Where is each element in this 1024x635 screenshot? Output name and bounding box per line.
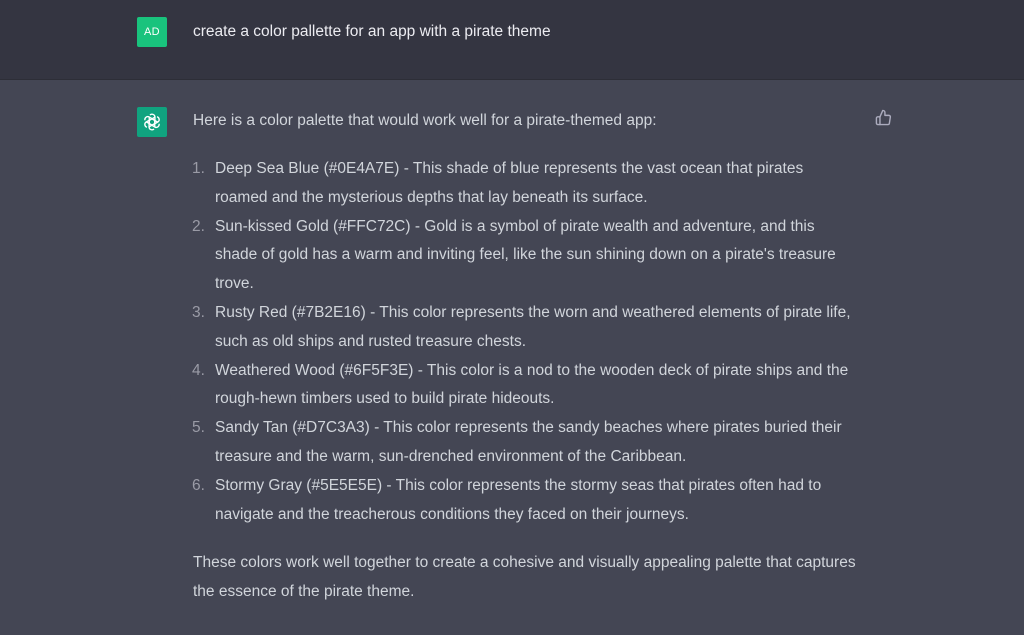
list-item-text: Weathered Wood (#6F5F3E) - This color is… [215,361,849,408]
user-message-row: AD create a color pallette for an app wi… [0,0,1024,80]
list-item: 4. Weathered Wood (#6F5F3E) - This color … [192,357,858,415]
list-number: 1. [192,160,205,177]
list-item: 1. Deep Sea Blue (#0E4A7E) - This shade o… [192,155,858,213]
list-item-text: Sandy Tan (#D7C3A3) - This color represe… [215,419,842,465]
list-item: 3. Rusty Red (#7B2E16) - This color repre… [192,299,858,357]
list-number: 5. [192,419,205,437]
assistant-closing: These colors work well together to creat… [193,554,856,601]
list-number: 2. [192,217,205,235]
openai-logo-icon [137,107,167,137]
list-item: 5. Sandy Tan (#D7C3A3) - This color repre… [192,414,858,472]
list-number: 4. [192,361,205,379]
list-number: 3. [192,303,205,321]
assistant-intro: Here is a color palette that would work … [193,112,657,129]
list-item: 6. Stormy Gray (#5E5E5E) - This color rep… [192,472,858,530]
list-item-text: Stormy Gray (#5E5E5E) - This color repre… [215,476,822,523]
assistant-message-content: Here is a color palette that would work … [192,107,858,607]
list-item-text: Sun-kissed Gold (#FFC72C) - Gold is a sy… [215,217,836,293]
palette-list: 1. Deep Sea Blue (#0E4A7E) - This shade o… [192,155,858,530]
user-avatar: AD [137,17,167,47]
list-number: 6. [192,476,205,494]
user-message-text: create a color pallette for an app with … [193,23,551,40]
assistant-message-row: Here is a color palette that would work … [0,80,1024,635]
list-item-text: Rusty Red (#7B2E16) - This color represe… [215,303,851,350]
list-item-text: Deep Sea Blue (#0E4A7E) - This shade of … [215,160,804,206]
thumbs-up-icon[interactable] [873,107,893,127]
list-item: 2. Sun-kissed Gold (#FFC72C) - Gold is a … [192,213,858,299]
